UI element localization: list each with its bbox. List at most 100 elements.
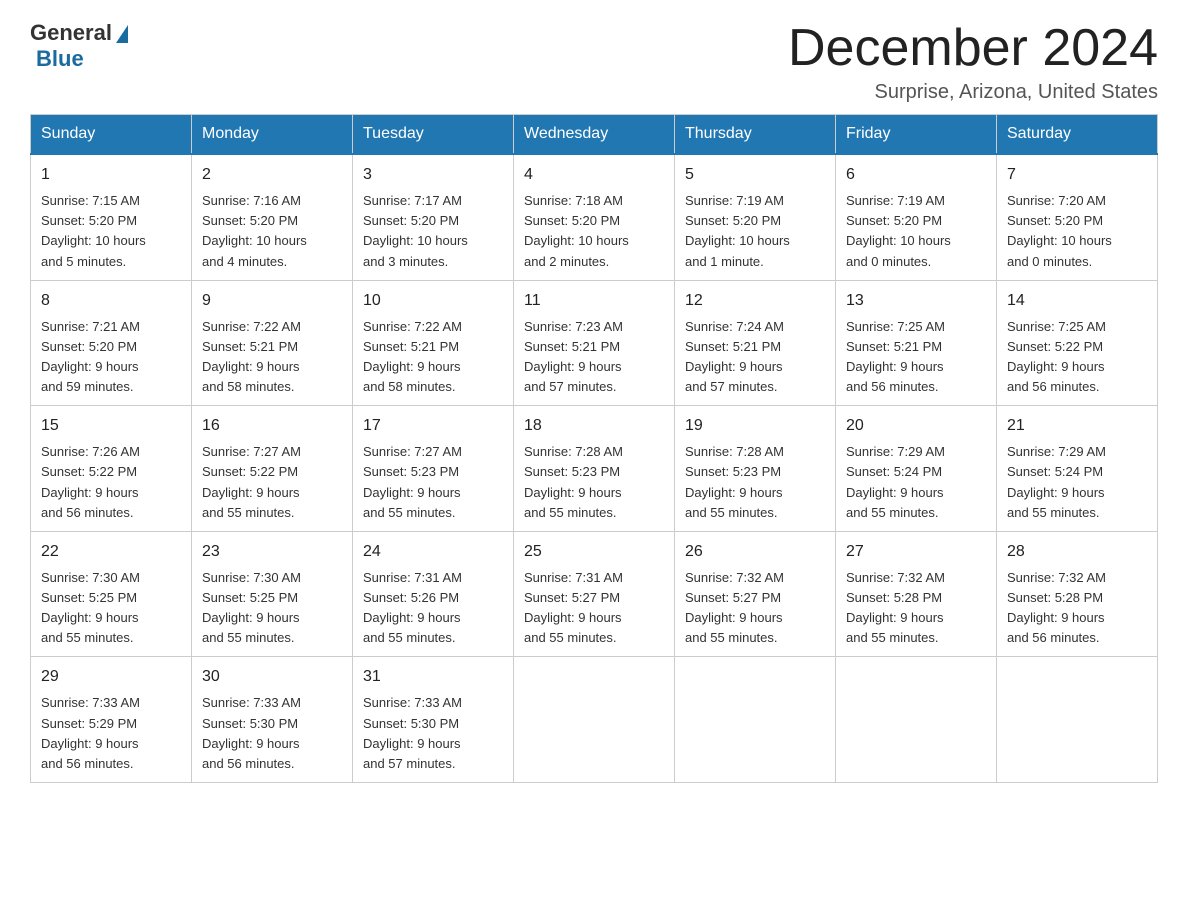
calendar-cell: 5 Sunrise: 7:19 AM Sunset: 5:20 PM Daylig… — [675, 154, 836, 280]
calendar-table: SundayMondayTuesdayWednesdayThursdayFrid… — [30, 114, 1158, 783]
day-number: 30 — [202, 665, 342, 689]
calendar-cell: 11 Sunrise: 7:23 AM Sunset: 5:21 PM Dayli… — [514, 280, 675, 406]
day-number: 19 — [685, 414, 825, 438]
day-number: 21 — [1007, 414, 1147, 438]
column-header-saturday: Saturday — [997, 115, 1158, 155]
day-info: Sunrise: 7:17 AM Sunset: 5:20 PM Dayligh… — [363, 191, 503, 272]
day-info: Sunrise: 7:16 AM Sunset: 5:20 PM Dayligh… — [202, 191, 342, 272]
day-number: 9 — [202, 289, 342, 313]
day-info: Sunrise: 7:30 AM Sunset: 5:25 PM Dayligh… — [41, 568, 181, 649]
calendar-cell: 21Sunrise: 7:29 AM Sunset: 5:24 PM Dayli… — [997, 406, 1158, 532]
day-info: Sunrise: 7:33 AM Sunset: 5:29 PM Dayligh… — [41, 693, 181, 774]
day-number: 13 — [846, 289, 986, 313]
day-info: Sunrise: 7:26 AM Sunset: 5:22 PM Dayligh… — [41, 442, 181, 523]
logo-text: General — [30, 20, 128, 46]
page-header: General Blue December 2024 Surprise, Ari… — [30, 20, 1158, 104]
day-info: Sunrise: 7:28 AM Sunset: 5:23 PM Dayligh… — [524, 442, 664, 523]
calendar-cell — [675, 657, 836, 783]
calendar-cell: 31Sunrise: 7:33 AM Sunset: 5:30 PM Dayli… — [353, 657, 514, 783]
day-number: 5 — [685, 163, 825, 187]
day-number: 25 — [524, 540, 664, 564]
calendar-header-row: SundayMondayTuesdayWednesdayThursdayFrid… — [31, 115, 1158, 155]
day-info: Sunrise: 7:33 AM Sunset: 5:30 PM Dayligh… — [202, 693, 342, 774]
day-number: 26 — [685, 540, 825, 564]
day-number: 7 — [1007, 163, 1147, 187]
calendar-cell: 8 Sunrise: 7:21 AM Sunset: 5:20 PM Daylig… — [31, 280, 192, 406]
day-number: 28 — [1007, 540, 1147, 564]
calendar-cell: 19 Sunrise: 7:28 AM Sunset: 5:23 PM Dayli… — [675, 406, 836, 532]
column-header-tuesday: Tuesday — [353, 115, 514, 155]
day-info: Sunrise: 7:22 AM Sunset: 5:21 PM Dayligh… — [363, 317, 503, 398]
month-title: December 2024 — [788, 20, 1158, 77]
calendar-week-row: 15 Sunrise: 7:26 AM Sunset: 5:22 PM Dayli… — [31, 406, 1158, 532]
day-info: Sunrise: 7:19 AM Sunset: 5:20 PM Dayligh… — [846, 191, 986, 272]
day-info: Sunrise: 7:20 AM Sunset: 5:20 PM Dayligh… — [1007, 191, 1147, 272]
day-number: 8 — [41, 289, 181, 313]
day-number: 12 — [685, 289, 825, 313]
day-info: Sunrise: 7:25 AM Sunset: 5:22 PM Dayligh… — [1007, 317, 1147, 398]
day-info: Sunrise: 7:28 AM Sunset: 5:23 PM Dayligh… — [685, 442, 825, 523]
column-header-wednesday: Wednesday — [514, 115, 675, 155]
day-number: 4 — [524, 163, 664, 187]
calendar-cell: 26 Sunrise: 7:32 AM Sunset: 5:27 PM Dayli… — [675, 531, 836, 657]
day-info: Sunrise: 7:15 AM Sunset: 5:20 PM Dayligh… — [41, 191, 181, 272]
day-info: Sunrise: 7:25 AM Sunset: 5:21 PM Dayligh… — [846, 317, 986, 398]
day-info: Sunrise: 7:21 AM Sunset: 5:20 PM Dayligh… — [41, 317, 181, 398]
calendar-cell: 25 Sunrise: 7:31 AM Sunset: 5:27 PM Dayli… — [514, 531, 675, 657]
calendar-cell: 7 Sunrise: 7:20 AM Sunset: 5:20 PM Daylig… — [997, 154, 1158, 280]
day-number: 31 — [363, 665, 503, 689]
calendar-week-row: 8 Sunrise: 7:21 AM Sunset: 5:20 PM Daylig… — [31, 280, 1158, 406]
day-number: 23 — [202, 540, 342, 564]
calendar-week-row: 29 Sunrise: 7:33 AM Sunset: 5:29 PM Dayli… — [31, 657, 1158, 783]
day-info: Sunrise: 7:29 AM Sunset: 5:24 PM Dayligh… — [846, 442, 986, 523]
day-info: Sunrise: 7:19 AM Sunset: 5:20 PM Dayligh… — [685, 191, 825, 272]
calendar-cell — [514, 657, 675, 783]
day-number: 15 — [41, 414, 181, 438]
day-number: 16 — [202, 414, 342, 438]
calendar-week-row: 1Sunrise: 7:15 AM Sunset: 5:20 PM Daylig… — [31, 154, 1158, 280]
column-header-friday: Friday — [836, 115, 997, 155]
calendar-cell: 30 Sunrise: 7:33 AM Sunset: 5:30 PM Dayli… — [192, 657, 353, 783]
column-header-monday: Monday — [192, 115, 353, 155]
logo: General Blue — [30, 20, 128, 72]
calendar-cell: 24Sunrise: 7:31 AM Sunset: 5:26 PM Dayli… — [353, 531, 514, 657]
day-number: 20 — [846, 414, 986, 438]
day-info: Sunrise: 7:32 AM Sunset: 5:28 PM Dayligh… — [1007, 568, 1147, 649]
day-number: 6 — [846, 163, 986, 187]
calendar-cell: 18 Sunrise: 7:28 AM Sunset: 5:23 PM Dayli… — [514, 406, 675, 532]
calendar-cell: 1Sunrise: 7:15 AM Sunset: 5:20 PM Daylig… — [31, 154, 192, 280]
calendar-cell: 14Sunrise: 7:25 AM Sunset: 5:22 PM Dayli… — [997, 280, 1158, 406]
day-number: 3 — [363, 163, 503, 187]
day-number: 22 — [41, 540, 181, 564]
calendar-cell: 22 Sunrise: 7:30 AM Sunset: 5:25 PM Dayli… — [31, 531, 192, 657]
day-number: 11 — [524, 289, 664, 313]
calendar-cell: 9 Sunrise: 7:22 AM Sunset: 5:21 PM Daylig… — [192, 280, 353, 406]
calendar-cell: 20 Sunrise: 7:29 AM Sunset: 5:24 PM Dayli… — [836, 406, 997, 532]
calendar-cell: 17 Sunrise: 7:27 AM Sunset: 5:23 PM Dayli… — [353, 406, 514, 532]
day-number: 29 — [41, 665, 181, 689]
calendar-cell: 12 Sunrise: 7:24 AM Sunset: 5:21 PM Dayli… — [675, 280, 836, 406]
calendar-cell: 23Sunrise: 7:30 AM Sunset: 5:25 PM Dayli… — [192, 531, 353, 657]
logo-general-text: General — [30, 20, 112, 46]
calendar-cell — [997, 657, 1158, 783]
day-number: 10 — [363, 289, 503, 313]
column-header-thursday: Thursday — [675, 115, 836, 155]
logo-blue-text: Blue — [34, 46, 84, 72]
day-number: 2 — [202, 163, 342, 187]
day-info: Sunrise: 7:31 AM Sunset: 5:27 PM Dayligh… — [524, 568, 664, 649]
calendar-cell — [836, 657, 997, 783]
column-header-sunday: Sunday — [31, 115, 192, 155]
calendar-cell: 2 Sunrise: 7:16 AM Sunset: 5:20 PM Daylig… — [192, 154, 353, 280]
day-number: 17 — [363, 414, 503, 438]
calendar-cell: 13 Sunrise: 7:25 AM Sunset: 5:21 PM Dayli… — [836, 280, 997, 406]
day-info: Sunrise: 7:22 AM Sunset: 5:21 PM Dayligh… — [202, 317, 342, 398]
day-info: Sunrise: 7:23 AM Sunset: 5:21 PM Dayligh… — [524, 317, 664, 398]
day-number: 27 — [846, 540, 986, 564]
day-info: Sunrise: 7:32 AM Sunset: 5:28 PM Dayligh… — [846, 568, 986, 649]
calendar-cell: 4Sunrise: 7:18 AM Sunset: 5:20 PM Daylig… — [514, 154, 675, 280]
day-info: Sunrise: 7:32 AM Sunset: 5:27 PM Dayligh… — [685, 568, 825, 649]
day-info: Sunrise: 7:27 AM Sunset: 5:23 PM Dayligh… — [363, 442, 503, 523]
day-info: Sunrise: 7:24 AM Sunset: 5:21 PM Dayligh… — [685, 317, 825, 398]
day-number: 18 — [524, 414, 664, 438]
calendar-cell: 15 Sunrise: 7:26 AM Sunset: 5:22 PM Dayli… — [31, 406, 192, 532]
